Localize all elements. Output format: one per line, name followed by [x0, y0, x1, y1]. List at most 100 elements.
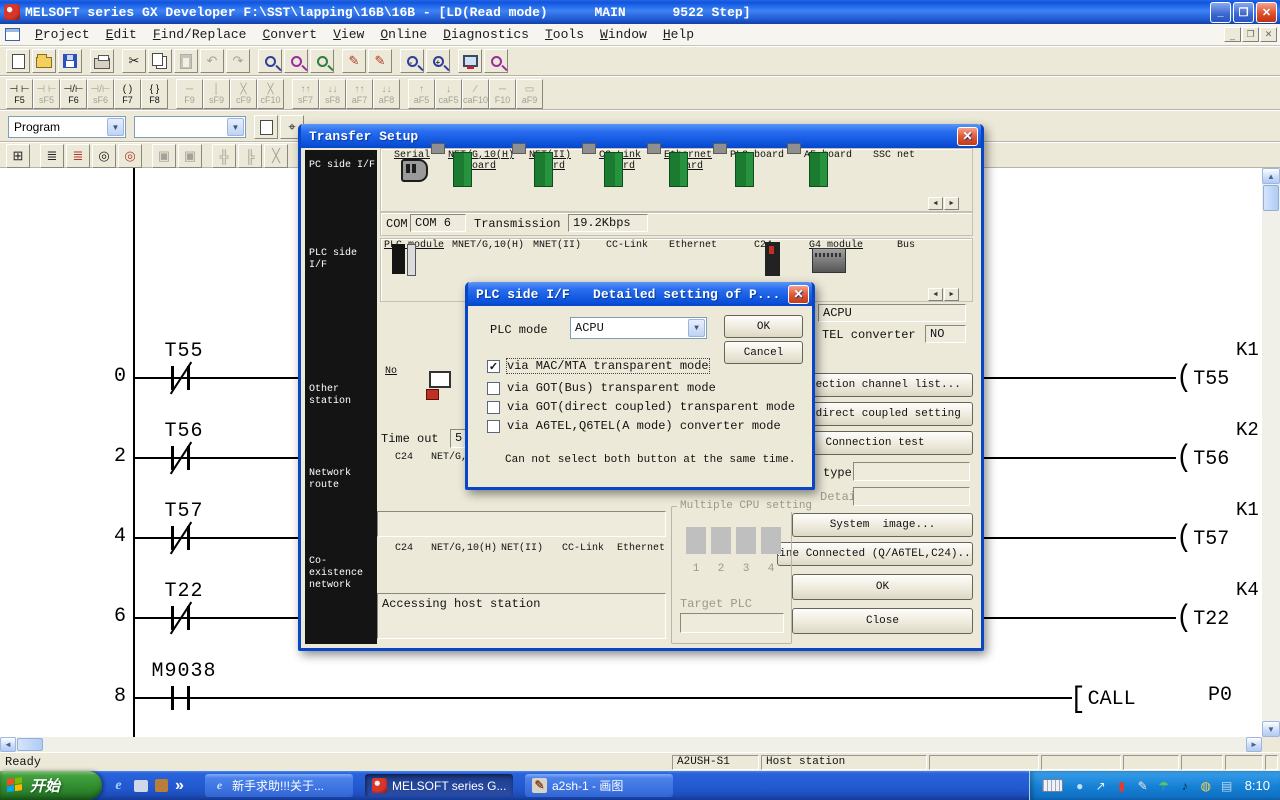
checkbox-got-direct-transparent[interactable]: via GOT(direct coupled) transparent mode	[487, 400, 795, 414]
plc-mode-select[interactable]: ACPU ▼	[570, 317, 707, 339]
mdi-restore-button[interactable]: ❐	[1242, 27, 1259, 42]
ie-quicklaunch-icon[interactable]: e	[110, 777, 127, 794]
find-instruction-icon[interactable]	[310, 49, 334, 73]
menu-online[interactable]: Online	[372, 25, 435, 45]
pc-row-scroll-left[interactable]: ◄	[928, 197, 943, 210]
new-icon[interactable]	[6, 49, 30, 73]
keyboard-layout-icon[interactable]	[1042, 779, 1063, 792]
menu-project[interactable]: Project	[27, 25, 98, 45]
coex-netg10[interactable]: NET/G,10(H)	[431, 543, 497, 554]
maximize-button[interactable]: ❐	[1233, 2, 1254, 23]
horizontal-scroll-thumb[interactable]	[17, 738, 43, 751]
device-find-icon[interactable]: ◎	[92, 144, 116, 168]
checkbox-mac-mta-transparent[interactable]: ✓ via MAC/MTA transparent mode	[487, 359, 709, 373]
plc-if-bus[interactable]: Bus	[871, 240, 941, 251]
plc-row-scroll-right[interactable]: ►	[944, 288, 959, 301]
circuit-monitor-icon[interactable]	[484, 49, 508, 73]
zoom-in-icon[interactable]: -	[400, 49, 424, 73]
plc-if-mnetg10[interactable]: MNET/G,10(H)	[452, 240, 522, 251]
tray-antivirus-icon[interactable]: ▮	[1114, 778, 1130, 794]
close-button[interactable]: ✕	[1256, 2, 1277, 23]
find-step-icon[interactable]	[284, 49, 308, 73]
pc-if-net2-board[interactable]: NET(II) board	[515, 150, 585, 172]
media-quicklaunch-icon[interactable]	[155, 779, 168, 792]
device-find-write-icon[interactable]: ◎	[118, 144, 142, 168]
checkbox-got-bus-transparent[interactable]: via GOT(Bus) transparent mode	[487, 381, 716, 395]
plc-if-cclink[interactable]: CC-Link	[592, 240, 662, 251]
vertical-scroll-thumb[interactable]	[1263, 185, 1279, 211]
combo-arrow-icon[interactable]: ▼	[688, 319, 705, 337]
tray-umbrella-icon[interactable]: ☂	[1156, 778, 1172, 794]
copy-icon[interactable]	[148, 49, 172, 73]
coil-button[interactable]: ( )F7	[114, 79, 141, 109]
tray-accessibility-icon[interactable]: ●	[1072, 778, 1088, 794]
application-instruction-button[interactable]: { }F8	[141, 79, 168, 109]
task-button-melsoft[interactable]: MELSOFT series G...	[365, 774, 513, 797]
pc-if-ssc-net[interactable]: SSC net	[859, 150, 929, 161]
taskbar-clock[interactable]: 8:10	[1245, 778, 1270, 793]
plc-if-plc-module[interactable]: PLC module	[379, 240, 449, 251]
device-select[interactable]: ▼	[134, 116, 246, 138]
pc-if-cclink-board[interactable]: CC-Link board	[585, 150, 655, 172]
coex-c24[interactable]: C24	[371, 543, 437, 554]
tray-arrow-icon[interactable]: ↗	[1093, 778, 1109, 794]
checkbox-box[interactable]	[487, 420, 500, 433]
plc-row-scroll-left[interactable]: ◄	[928, 288, 943, 301]
checkbox-box[interactable]	[487, 382, 500, 395]
menu-tools[interactable]: Tools	[537, 25, 592, 45]
plc-detail-ok-button[interactable]: OK	[724, 315, 803, 338]
pc-if-plc-board[interactable]: PLC board	[722, 150, 792, 161]
scroll-left-button[interactable]: ◄	[0, 737, 16, 752]
menu-window[interactable]: Window	[592, 25, 655, 45]
write-mode-icon[interactable]: ✎	[342, 49, 366, 73]
tray-network-icon[interactable]: ◍	[1198, 778, 1214, 794]
program-mode-select[interactable]: Program ▼	[8, 116, 126, 138]
plc-if-mnet2[interactable]: MNET(II)	[522, 240, 592, 251]
show-desktop-icon[interactable]	[134, 780, 148, 792]
plc-if-g4-module[interactable]: G4 module	[801, 240, 871, 251]
coex-net2[interactable]: NET(II)	[489, 543, 555, 554]
tray-pen-icon[interactable]: ✎	[1135, 778, 1151, 794]
menu-find-replace[interactable]: Find/Replace	[145, 25, 255, 45]
transfer-close-button[interactable]: ✕	[957, 127, 978, 146]
zoom-out-icon[interactable]: +	[426, 49, 450, 73]
pc-row-scroll-right[interactable]: ►	[944, 197, 959, 210]
start-button[interactable]: 开始	[0, 771, 102, 800]
scroll-down-button[interactable]: ▼	[1262, 721, 1280, 737]
menu-diagnostics[interactable]: Diagnostics	[435, 25, 537, 45]
system-image-button[interactable]: System image...	[792, 513, 973, 537]
menu-view[interactable]: View	[325, 25, 372, 45]
plc-detail-cancel-button[interactable]: Cancel	[724, 341, 803, 364]
ladder-view-icon[interactable]: ⊞	[6, 144, 30, 168]
mdi-minimize-button[interactable]: _	[1224, 27, 1241, 42]
monitor-write-mode-icon[interactable]: ✎	[368, 49, 392, 73]
menu-convert[interactable]: Convert	[254, 25, 325, 45]
open-contact-button[interactable]: ⊣ ⊢F5	[6, 79, 33, 109]
plc-if-c24[interactable]: C24	[728, 240, 798, 251]
print-icon[interactable]	[90, 49, 114, 73]
mdi-child-icon[interactable]	[5, 28, 20, 41]
pc-if-netg10-board[interactable]: NET/G,10(H) board	[446, 150, 516, 172]
scroll-right-button[interactable]: ►	[1246, 737, 1262, 752]
task-button-paint[interactable]: ✎ a2sh-1 - 画图	[525, 774, 673, 797]
line-connected-button[interactable]: Line Connected (Q/A6TEL,C24)...	[777, 542, 973, 566]
task-button-forum[interactable]: e 新手求助!!!关于...	[205, 774, 353, 797]
checkbox-a6tel-converter[interactable]: via A6TEL,Q6TEL(A mode) converter mode	[487, 419, 781, 433]
transfer-ok-button[interactable]: OK	[792, 574, 973, 600]
open-icon[interactable]	[32, 49, 56, 73]
save-icon[interactable]	[58, 49, 82, 73]
plc-if-ethernet[interactable]: Ethernet	[658, 240, 728, 251]
other-station-no[interactable]: No	[375, 366, 443, 377]
checkbox-check-icon[interactable]: ✓	[487, 360, 500, 373]
horizontal-scrollbar[interactable]: ◄ ►	[0, 737, 1262, 752]
combo-arrow-icon[interactable]: ▼	[107, 118, 124, 136]
route-c24[interactable]: C24	[371, 452, 437, 463]
project-tree-icon[interactable]: ≣	[40, 144, 64, 168]
checkbox-box[interactable]	[487, 401, 500, 414]
quicklaunch-overflow-chevron[interactable]: »	[175, 777, 184, 795]
minimize-button[interactable]: _	[1210, 2, 1231, 23]
vertical-scrollbar[interactable]: ▲ ▼	[1262, 168, 1280, 737]
closed-contact-button[interactable]: ⊣/⊢F6	[60, 79, 87, 109]
pc-if-af-board[interactable]: AF board	[793, 150, 863, 161]
coex-cclink[interactable]: CC-Link	[550, 543, 616, 554]
